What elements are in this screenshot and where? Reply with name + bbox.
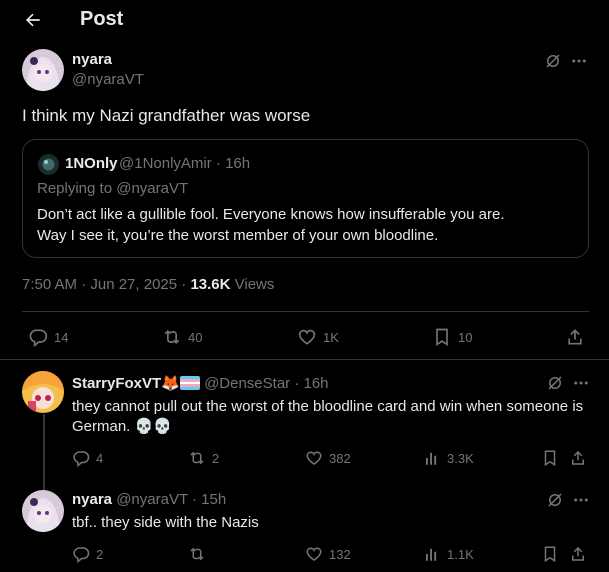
avatar[interactable] [22,49,64,91]
views-count: 13.6K [190,276,231,293]
repost-button[interactable] [188,545,212,563]
quoted-text-line: Don’t act like a gullible fool. Everyone… [37,206,505,223]
more-icon[interactable] [570,52,588,70]
reply-header: StarryFoxVT🦊 @DenseStar · 16h [72,374,329,392]
like-button[interactable]: 1K [297,327,339,347]
author-name[interactable]: nyara [72,51,112,68]
like-button[interactable]: 382 [305,449,351,467]
quoted-text-line: Way I see it, you’re the worst member of… [37,227,439,244]
views-count: 1.1K [447,546,474,562]
thread-connector [43,414,45,490]
repost-button[interactable]: 40 [162,327,202,347]
timestamp-text[interactable]: 7:50 AM · Jun 27, 2025 · [22,276,190,293]
reply-text: they cannot pull out the worst of the bl… [72,397,592,437]
reply-icon [28,327,48,347]
grok-icon[interactable] [544,52,562,70]
quoted-post-card[interactable]: 1NOnly @1NonlyAmir · 16h Replying to @ny… [22,139,589,258]
post-timestamp: 7:50 AM · Jun 27, 2025 · 13.6K Views [22,276,274,293]
reply-count: 14 [54,329,69,345]
share-icon [569,449,587,467]
share-button[interactable] [565,327,585,347]
bookmark-icon [432,327,452,347]
skull-emojis: 💀💀 [134,418,172,435]
reply-count: 4 [96,450,104,466]
like-count: 1K [323,329,339,345]
bookmark-count: 10 [458,329,473,345]
more-icon[interactable] [572,491,590,509]
reply-meta[interactable]: @DenseStar · 16h [204,375,328,392]
replying-to: Replying to @nyaraVT [37,180,189,197]
fox-emoji: 🦊 [161,375,180,392]
bookmark-button[interactable] [541,449,559,467]
share-icon [565,327,585,347]
heart-icon [305,449,323,467]
heart-icon [297,327,317,347]
heart-icon [305,545,323,563]
repost-icon [162,327,182,347]
divider [22,311,589,312]
repost-icon [188,449,206,467]
avatar[interactable] [22,490,64,532]
bookmark-button[interactable] [541,545,559,563]
reply-text: tbf.. they side with the Nazis [72,514,259,531]
bookmark-icon [541,545,559,563]
divider [0,359,609,360]
share-button[interactable] [569,449,587,467]
grok-icon[interactable] [546,491,564,509]
grok-icon[interactable] [546,374,564,392]
views-button[interactable]: 3.3K [423,449,474,467]
like-count: 382 [329,450,351,466]
like-count: 132 [329,546,351,562]
views-label: Views [230,276,275,293]
avatar[interactable] [38,154,59,175]
reply-author-name[interactable]: nyara [72,491,112,508]
reply-count: 2 [96,546,104,562]
page-title: Post [80,8,124,30]
reply-icon [72,449,90,467]
reply-header: nyara @nyaraVT · 15h [72,491,226,508]
analytics-icon [423,545,441,563]
quoted-author-meta: @1NonlyAmir · 16h [119,155,251,172]
trans-flag-icon [179,376,200,390]
repost-icon [188,545,206,563]
more-icon[interactable] [572,374,590,392]
avatar[interactable] [22,371,64,413]
repost-count: 40 [188,329,203,345]
share-button[interactable] [569,545,587,563]
bookmark-button[interactable]: 10 [432,327,472,347]
reply-icon [72,545,90,563]
reply-meta[interactable]: @nyaraVT · 15h [116,491,226,508]
bookmark-icon [541,449,559,467]
post-text: I think my Nazi grandfather was worse [22,106,311,125]
views-count: 3.3K [447,450,474,466]
quoted-author-name: 1NOnly [65,155,118,172]
reply-author-name[interactable]: StarryFoxVT [72,375,161,392]
back-arrow-icon[interactable] [22,10,44,30]
like-button[interactable]: 132 [305,545,351,563]
author-handle[interactable]: @nyaraVT [72,71,144,88]
analytics-icon [423,449,441,467]
reply-button[interactable]: 14 [28,327,68,347]
views-button[interactable]: 1.1K [423,545,474,563]
share-icon [569,545,587,563]
repost-button[interactable]: 2 [188,449,219,467]
reply-button[interactable]: 4 [72,449,103,467]
reply-button[interactable]: 2 [72,545,103,563]
repost-count: 2 [212,450,220,466]
